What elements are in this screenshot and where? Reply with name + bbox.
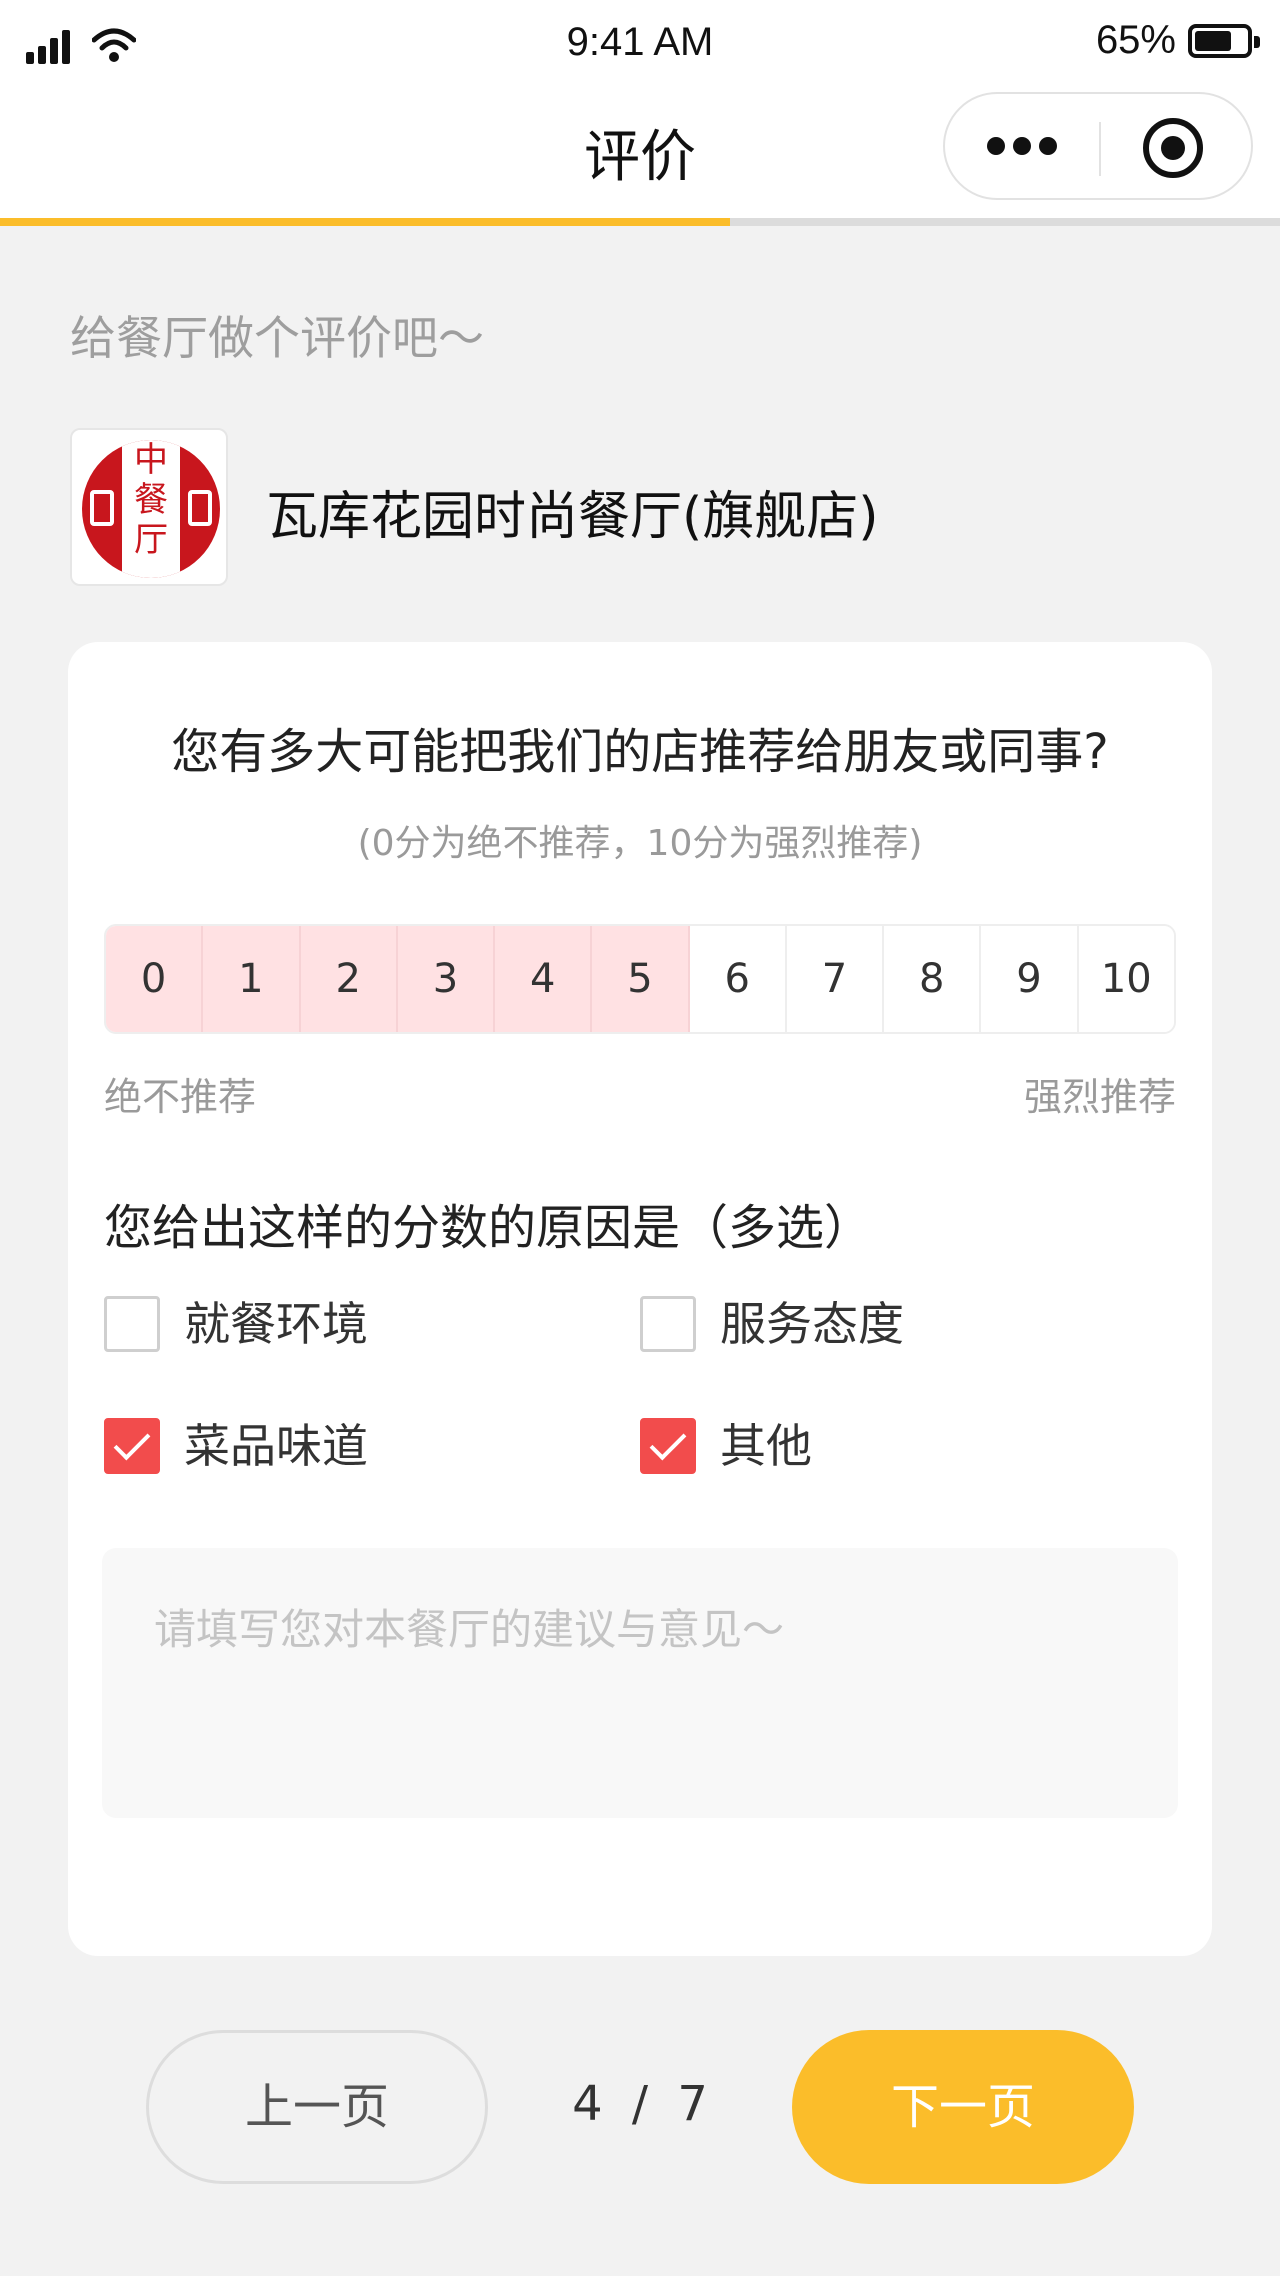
score-6[interactable]: 6: [689, 926, 787, 1032]
checkbox[interactable]: [104, 1418, 160, 1474]
score-1[interactable]: 1: [203, 926, 301, 1032]
reason-label: 服务态度: [720, 1297, 904, 1351]
score-8[interactable]: 8: [884, 926, 982, 1032]
nps-question: 您有多大可能把我们的店推荐给朋友或同事?: [171, 724, 1109, 780]
battery-percentage: 65%: [1095, 18, 1176, 62]
status-bar: 9:41 AM 65%: [0, 0, 1280, 90]
logo-char: 中: [134, 440, 168, 480]
battery-icon: [1188, 24, 1260, 58]
logo-ornament-left: [90, 490, 114, 526]
checkbox[interactable]: [640, 1296, 696, 1352]
feedback-textarea[interactable]: [102, 1548, 1178, 1818]
logo-char: 餐: [134, 480, 168, 520]
scale-low-label: 绝不推荐: [104, 1075, 257, 1119]
checkbox[interactable]: [104, 1296, 160, 1352]
score-0[interactable]: 0: [106, 926, 204, 1032]
survey-card: 您有多大可能把我们的店推荐给朋友或同事? (0分为绝不推荐，10分为强烈推荐) …: [68, 642, 1212, 1956]
reasons-question: 您给出这样的分数的原因是（多选）: [104, 1200, 873, 1256]
miniapp-capsule: [943, 92, 1253, 200]
scale-high-label: 强烈推荐: [1023, 1075, 1176, 1119]
reason-label: 就餐环境: [184, 1297, 368, 1351]
reason-label: 菜品味道: [184, 1419, 368, 1473]
close-miniapp-icon[interactable]: [1143, 118, 1203, 178]
page-total: 7: [677, 2076, 708, 2132]
score-10[interactable]: 10: [1078, 926, 1174, 1032]
logo-seal: 中 餐 厅: [82, 440, 220, 578]
restaurant-name: 瓦库花园时尚餐厅(旗舰店): [266, 487, 879, 547]
score-3[interactable]: 3: [397, 926, 496, 1032]
top-bar: 9:41 AM 65% 评价: [0, 0, 1280, 226]
progress-fill: [0, 218, 730, 226]
logo-text-band: 中 餐 厅: [122, 440, 180, 578]
prev-page-button[interactable]: 上一页: [146, 2030, 488, 2184]
page-separator: /: [631, 2076, 649, 2132]
intro-text: 给餐厅做个评价吧～: [70, 311, 484, 365]
status-time: 9:41 AM: [566, 20, 714, 64]
score-4[interactable]: 4: [495, 926, 593, 1032]
logo-ornament-right: [188, 490, 212, 526]
reason-label: 其他: [720, 1419, 812, 1473]
progress-track: [0, 218, 1280, 226]
nps-scale: 0 1 2 3 4 5 6 7 8 9 10: [104, 924, 1176, 1034]
logo-char: 厅: [134, 520, 168, 560]
checkbox[interactable]: [640, 1418, 696, 1474]
capsule-divider: [1099, 122, 1101, 176]
score-9[interactable]: 9: [981, 926, 1079, 1032]
score-7[interactable]: 7: [786, 926, 885, 1032]
restaurant-logo: 中 餐 厅: [70, 428, 228, 586]
score-2[interactable]: 2: [300, 926, 398, 1032]
score-5[interactable]: 5: [592, 926, 690, 1032]
page-indicator: 4 / 7: [540, 2076, 740, 2132]
next-page-button[interactable]: 下一页: [792, 2030, 1134, 2184]
page-current: 4: [572, 2076, 603, 2132]
nps-hint: (0分为绝不推荐，10分为强烈推荐): [357, 823, 923, 864]
more-icon[interactable]: [987, 134, 1057, 160]
